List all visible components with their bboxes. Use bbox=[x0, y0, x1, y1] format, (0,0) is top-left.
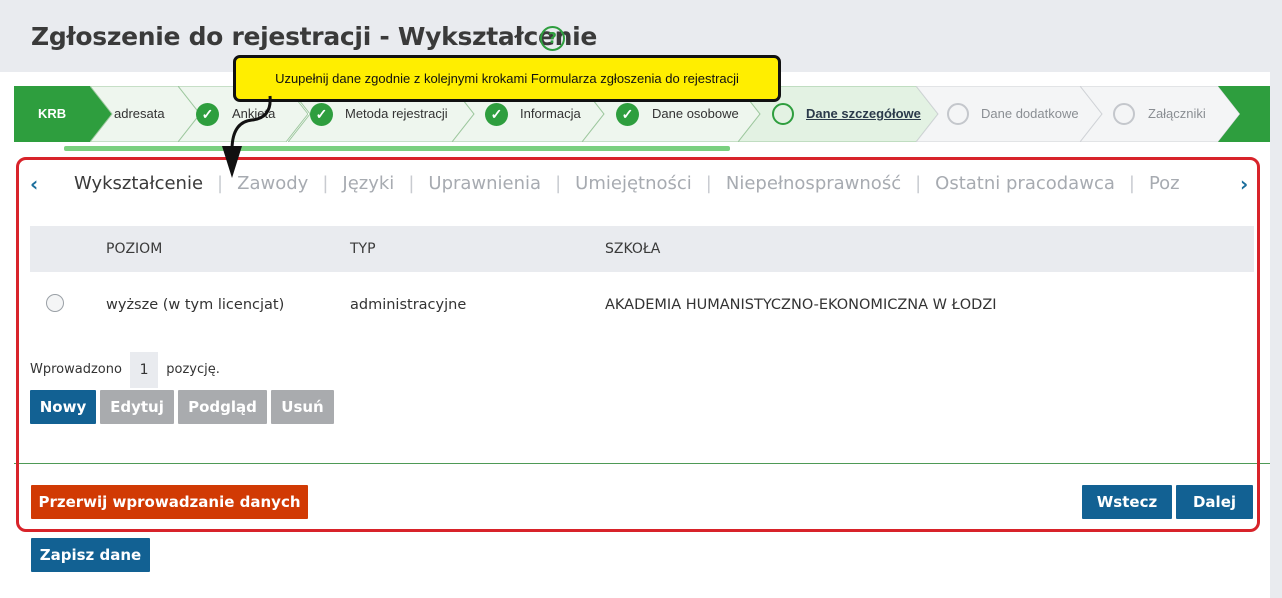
callout-arrow-icon bbox=[222, 95, 272, 178]
